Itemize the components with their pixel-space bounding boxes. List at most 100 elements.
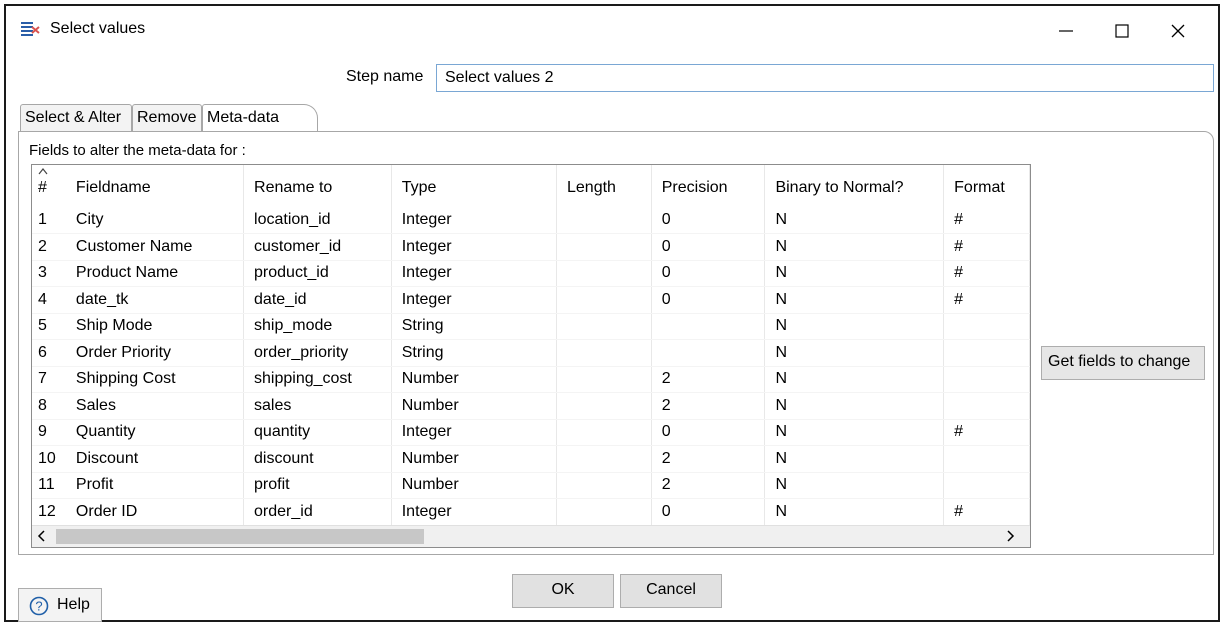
cell-rename-to[interactable]: discount [243,445,392,473]
cell-length[interactable] [556,419,652,446]
ok-button[interactable]: OK [512,574,614,608]
cell-length[interactable] [556,498,652,526]
cell-format[interactable]: # [943,286,1030,314]
cell-fieldname[interactable]: Quantity [65,419,245,446]
tab-select-alter[interactable]: Select & Alter [20,104,132,132]
cell-length[interactable] [556,366,652,393]
cell-rename-to[interactable]: quantity [243,419,392,446]
cell-precision[interactable]: 0 [651,207,766,234]
cell-format[interactable]: # [943,207,1030,234]
col-header-precision[interactable]: Precision [651,165,766,207]
cell-length[interactable] [556,286,652,314]
col-header-length[interactable]: Length [556,165,652,207]
cell-precision[interactable] [651,339,766,367]
cell-length[interactable] [556,260,652,287]
cell-fieldname[interactable]: Sales [65,392,245,420]
cell-precision[interactable]: 0 [651,419,766,446]
cell-rename-to[interactable]: order_id [243,498,392,526]
cell-rename-to[interactable]: customer_id [243,233,392,261]
cell-rename-to[interactable]: sales [243,392,392,420]
step-name-input[interactable] [436,64,1214,92]
cell-length[interactable] [556,313,652,340]
cell-type[interactable]: Number [391,445,558,473]
cell-type[interactable]: Number [391,472,558,499]
cell-binary-to-normal[interactable]: N [764,419,945,446]
cell-type[interactable]: Integer [391,260,558,287]
cell-length[interactable] [556,233,652,261]
col-header-number[interactable]: # [32,165,66,207]
get-fields-to-change-button[interactable]: Get fields to change [1041,346,1205,380]
cell-format[interactable]: # [943,260,1030,287]
table-row[interactable]: 8 Sales sales Number 2 N [32,392,1030,420]
cell-format[interactable] [943,366,1030,393]
minimize-button[interactable] [1046,16,1086,46]
cell-length[interactable] [556,339,652,367]
cell-type[interactable]: String [391,313,558,340]
table-row[interactable]: 1 City location_id Integer 0 N # [32,207,1030,234]
cell-binary-to-normal[interactable]: N [764,392,945,420]
cell-format[interactable] [943,313,1030,340]
cell-length[interactable] [556,392,652,420]
col-header-binary-to-normal[interactable]: Binary to Normal? [764,165,945,207]
cell-length[interactable] [556,207,652,234]
cell-format[interactable] [943,472,1030,499]
cell-precision[interactable]: 0 [651,233,766,261]
cell-rename-to[interactable]: product_id [243,260,392,287]
cell-precision[interactable]: 0 [651,498,766,526]
cell-type[interactable]: Number [391,366,558,393]
cell-type[interactable]: Integer [391,233,558,261]
cell-precision[interactable]: 2 [651,392,766,420]
cell-rename-to[interactable]: ship_mode [243,313,392,340]
cell-format[interactable] [943,392,1030,420]
cell-rename-to[interactable]: date_id [243,286,392,314]
cell-binary-to-normal[interactable]: N [764,260,945,287]
cell-format[interactable]: # [943,419,1030,446]
col-header-format[interactable]: Format [943,165,1030,207]
cell-length[interactable] [556,445,652,473]
cell-type[interactable]: Integer [391,419,558,446]
cell-binary-to-normal[interactable]: N [764,498,945,526]
cell-format[interactable]: # [943,498,1030,526]
cell-fieldname[interactable]: Ship Mode [65,313,245,340]
cell-precision[interactable]: 2 [651,445,766,473]
scroll-left-icon[interactable] [36,529,52,545]
cell-format[interactable] [943,339,1030,367]
cell-rename-to[interactable]: profit [243,472,392,499]
cell-fieldname[interactable]: Discount [65,445,245,473]
cell-precision[interactable]: 2 [651,366,766,393]
cell-type[interactable]: Number [391,392,558,420]
cell-rename-to[interactable]: location_id [243,207,392,234]
table-row[interactable]: 9 Quantity quantity Integer 0 N # [32,419,1030,446]
table-row[interactable]: 10 Discount discount Number 2 N [32,445,1030,473]
table-row[interactable]: 12 Order ID order_id Integer 0 N # [32,498,1030,526]
cell-type[interactable]: Integer [391,286,558,314]
cell-fieldname[interactable]: Order ID [65,498,245,526]
tab-meta-data[interactable]: Meta-data [202,104,318,132]
table-row[interactable]: 6 Order Priority order_priority String N [32,339,1030,367]
cell-binary-to-normal[interactable]: N [764,445,945,473]
cell-fieldname[interactable]: City [65,207,245,234]
col-header-rename-to[interactable]: Rename to [243,165,392,207]
cell-binary-to-normal[interactable]: N [764,286,945,314]
cell-format[interactable]: # [943,233,1030,261]
cell-precision[interactable]: 0 [651,260,766,287]
cell-binary-to-normal[interactable]: N [764,313,945,340]
table-row[interactable]: 5 Ship Mode ship_mode String N [32,313,1030,340]
table-row[interactable]: 3 Product Name product_id Integer 0 N # [32,260,1030,287]
cancel-button[interactable]: Cancel [620,574,722,608]
cell-fieldname[interactable]: Customer Name [65,233,245,261]
close-button[interactable] [1158,16,1198,46]
cell-type[interactable]: Integer [391,207,558,234]
cell-rename-to[interactable]: shipping_cost [243,366,392,393]
cell-type[interactable]: Integer [391,498,558,526]
tab-remove[interactable]: Remove [132,104,202,132]
cell-binary-to-normal[interactable]: N [764,472,945,499]
cell-precision[interactable]: 2 [651,472,766,499]
cell-binary-to-normal[interactable]: N [764,233,945,261]
cell-fieldname[interactable]: Order Priority [65,339,245,367]
cell-binary-to-normal[interactable]: N [764,339,945,367]
cell-format[interactable] [943,445,1030,473]
cell-precision[interactable] [651,313,766,340]
horizontal-scrollbar[interactable] [32,525,1030,547]
table-row[interactable]: 4 date_tk date_id Integer 0 N # [32,286,1030,314]
